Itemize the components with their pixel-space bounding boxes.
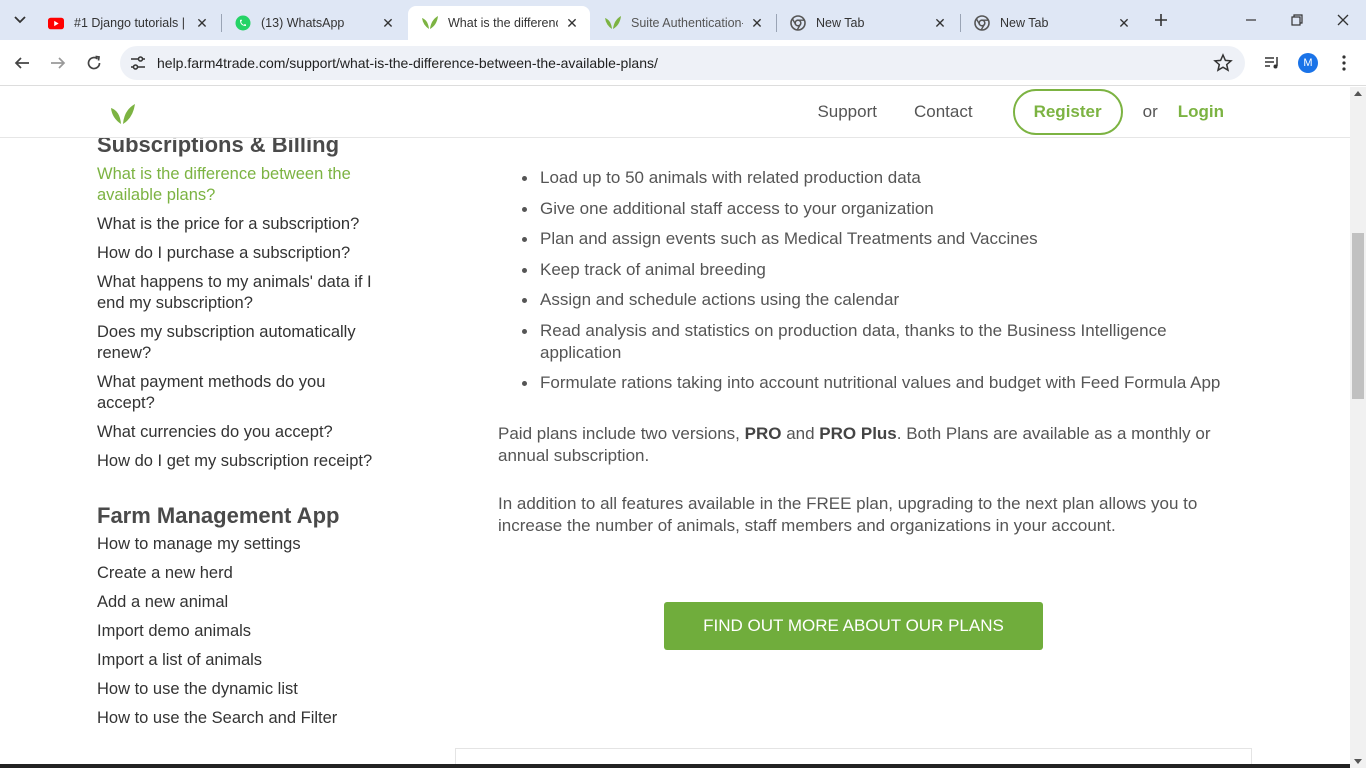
avatar: M	[1298, 53, 1318, 73]
or-text: or	[1142, 102, 1158, 121]
page-viewport: Support Contact Register or Login Subscr…	[0, 87, 1350, 768]
whatsapp-icon	[235, 15, 251, 31]
upgrade-paragraph: In addition to all features available in…	[498, 494, 1198, 535]
browser-tab[interactable]: New Tab ✕	[776, 6, 958, 40]
sidebar-link-current[interactable]: What is the difference between the avail…	[97, 164, 387, 206]
browser-tab[interactable]: New Tab ✕	[960, 6, 1142, 40]
bottom-edge	[0, 764, 1350, 768]
browser-menu-button[interactable]	[1330, 49, 1358, 77]
sidebar-link[interactable]: How to manage my settings	[97, 534, 387, 555]
register-button[interactable]: Register	[1012, 89, 1123, 135]
farm4trade-leaf-icon	[605, 15, 621, 31]
scrollbar-thumb[interactable]	[1352, 233, 1364, 399]
article-content: Load up to 50 animals with related produ…	[498, 127, 1228, 650]
tab-title: (13) WhatsApp	[261, 16, 345, 30]
tab-title: New Tab	[816, 16, 865, 30]
close-window-button[interactable]	[1329, 6, 1357, 34]
browser-toolbar: help.farm4trade.com/support/what-is-the-…	[0, 40, 1366, 86]
tab-title: New Tab	[1000, 16, 1049, 30]
chrome-icon	[790, 15, 806, 31]
bookmark-star-icon[interactable]	[1213, 53, 1233, 73]
youtube-icon	[48, 15, 64, 31]
pro-plus-plan-name: PRO Plus	[819, 424, 897, 443]
new-tab-button[interactable]	[1150, 9, 1172, 31]
close-icon	[1337, 14, 1349, 26]
sidebar-link[interactable]: How do I get my subscription receipt?	[97, 451, 387, 472]
back-button[interactable]	[8, 49, 36, 77]
site-header: Support Contact Register or Login	[0, 87, 1350, 138]
list-item: Plan and assign events such as Medical T…	[522, 228, 1228, 250]
tab-title: Suite Authentication-	[631, 16, 743, 30]
sidebar-link[interactable]: Create a new herd	[97, 563, 387, 584]
url-text[interactable]: help.farm4trade.com/support/what-is-the-…	[157, 55, 658, 71]
media-queue-icon	[1265, 57, 1278, 69]
list-item: Read analysis and statistics on producti…	[522, 320, 1228, 364]
free-plan-feature-list: Load up to 50 animals with related produ…	[522, 167, 1228, 394]
paragraph-text: and	[781, 424, 820, 443]
minimize-button[interactable]	[1237, 6, 1265, 34]
tab-title: #1 Django tutorials | W	[74, 16, 188, 30]
nav-support-link[interactable]: Support	[817, 102, 877, 122]
site-nav: Support Contact Register or Login	[780, 87, 1224, 137]
tab-title: What is the difference	[448, 16, 558, 30]
nav-contact-link[interactable]: Contact	[914, 102, 973, 122]
list-item: Keep track of animal breeding	[522, 259, 1228, 281]
list-item: Load up to 50 animals with related produ…	[522, 167, 1228, 189]
site-info-icon[interactable]	[128, 54, 148, 72]
address-bar[interactable]: help.farm4trade.com/support/what-is-the-…	[120, 46, 1245, 80]
sidebar-link[interactable]: Import demo animals	[97, 621, 387, 642]
chevron-down-icon	[14, 16, 26, 24]
scroll-down-arrow-icon[interactable]	[1354, 759, 1362, 764]
sidebar-link[interactable]: How do I purchase a subscription?	[97, 243, 387, 264]
plus-icon	[1155, 14, 1167, 26]
page-scrollbar[interactable]	[1350, 87, 1366, 768]
sidebar-link[interactable]: What happens to my animals' data if I en…	[97, 272, 387, 314]
close-icon[interactable]: ✕	[1116, 15, 1132, 31]
sidebar-link[interactable]: How to use the Search and Filter	[97, 708, 387, 729]
restore-icon	[1291, 14, 1303, 26]
list-item: Assign and schedule actions using the ca…	[522, 289, 1228, 311]
browser-tab[interactable]: #1 Django tutorials | W ✕	[34, 6, 220, 40]
help-sidebar: Subscriptions & Billing What is the diff…	[97, 131, 397, 737]
farm4trade-leaf-icon	[422, 15, 438, 31]
sidebar-link[interactable]: What payment methods do you accept?	[97, 372, 387, 414]
paragraph-text: Paid plans include two versions,	[498, 424, 745, 443]
sidebar-link[interactable]: How to use the dynamic list	[97, 679, 387, 700]
browser-tab[interactable]: (13) WhatsApp ✕	[221, 6, 406, 40]
scroll-up-arrow-icon[interactable]	[1354, 91, 1362, 96]
browser-tab-active[interactable]: What is the difference ✕	[408, 6, 590, 40]
login-link[interactable]: Login	[1178, 102, 1224, 122]
sidebar-link[interactable]: What is the price for a subscription?	[97, 214, 387, 235]
forward-button[interactable]	[44, 49, 72, 77]
find-out-more-plans-button[interactable]: FIND OUT MORE ABOUT OUR PLANS	[664, 602, 1043, 650]
close-icon[interactable]: ✕	[194, 15, 210, 31]
sidebar-heading-farm-management: Farm Management App	[97, 503, 340, 528]
list-item: Give one additional staff access to your…	[522, 198, 1228, 220]
browser-tab-strip: #1 Django tutorials | W ✕ (13) WhatsApp …	[0, 0, 1366, 40]
close-icon[interactable]: ✕	[380, 15, 396, 31]
minimize-icon	[1246, 19, 1256, 21]
sidebar-link[interactable]: Import a list of animals	[97, 650, 387, 671]
pro-plan-name: PRO	[744, 424, 782, 443]
reload-icon	[87, 55, 101, 70]
restore-button[interactable]	[1283, 6, 1311, 34]
sidebar-link[interactable]: Does my subscription automatically renew…	[97, 322, 387, 364]
browser-tab[interactable]: Suite Authentication- ✕	[591, 6, 775, 40]
close-icon[interactable]: ✕	[564, 15, 580, 31]
close-icon[interactable]: ✕	[932, 15, 948, 31]
list-item: Formulate rations taking into account nu…	[522, 372, 1228, 394]
reload-button[interactable]	[80, 49, 108, 77]
arrow-right-icon	[51, 57, 66, 69]
farm4trade-logo-icon[interactable]	[110, 103, 136, 125]
tab-search-button[interactable]	[6, 8, 34, 32]
more-vertical-icon	[1342, 55, 1346, 71]
sidebar-link[interactable]: Add a new animal	[97, 592, 387, 613]
sidebar-link[interactable]: What currencies do you accept?	[97, 422, 387, 443]
arrow-left-icon	[14, 57, 29, 69]
close-icon[interactable]: ✕	[749, 15, 765, 31]
media-control-button[interactable]	[1258, 49, 1286, 77]
chrome-icon	[974, 15, 990, 31]
paid-plans-paragraph: Paid plans include two versions, PRO and…	[498, 423, 1218, 467]
profile-button[interactable]: M	[1294, 49, 1322, 77]
